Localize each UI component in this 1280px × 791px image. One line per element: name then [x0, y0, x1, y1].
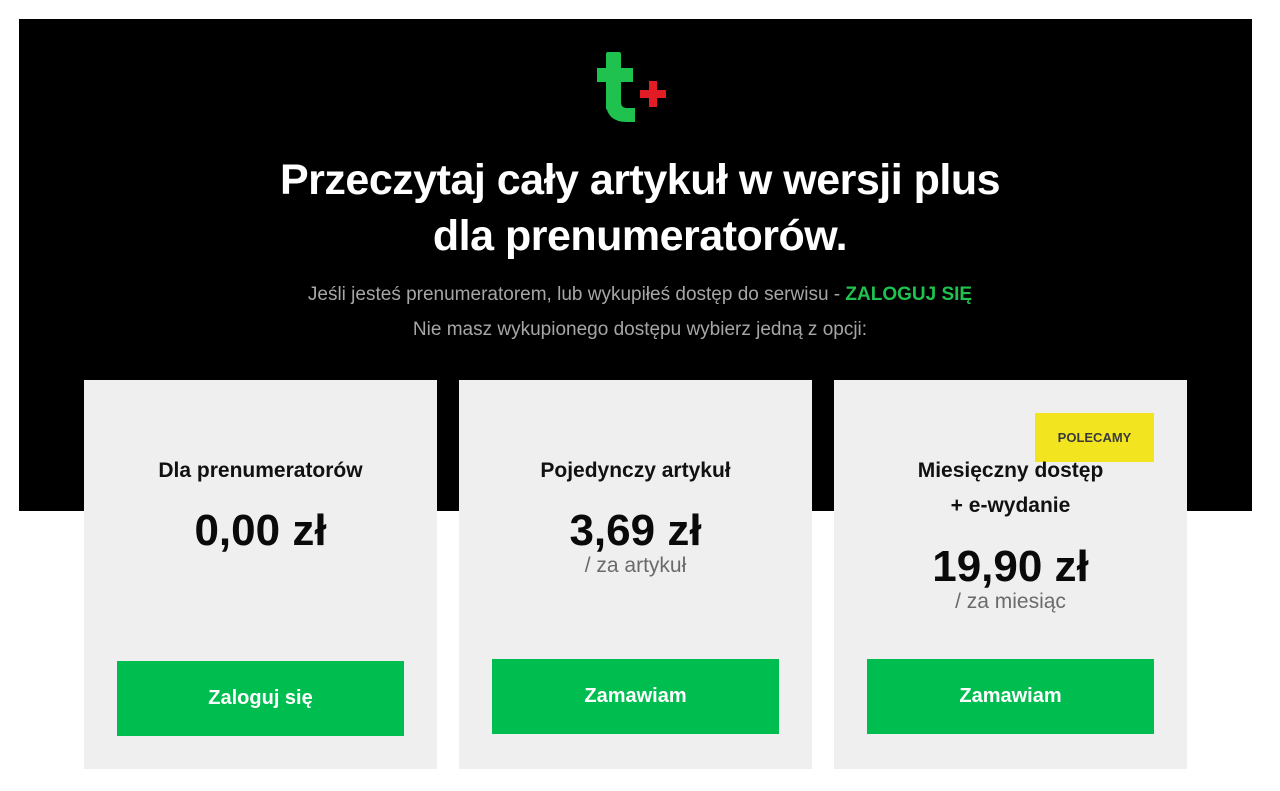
plan-title: Dla prenumeratorów: [158, 459, 363, 482]
choose-option-text: Nie masz wykupionego dostępu wybierz jed…: [412, 319, 868, 340]
plan-period: / za artykuł: [584, 554, 687, 577]
login-button[interactable]: Zaloguj się: [117, 661, 404, 736]
plan-title-line-2: + e-wydanie: [950, 494, 1071, 517]
plan-price: 0,00 zł: [194, 506, 327, 555]
paywall-page: Przeczytaj cały artykuł w wersji plus dl…: [0, 0, 1280, 791]
plan-card-monthly: POLECAMY Miesięczny dostęp + e-wydanie 1…: [834, 380, 1187, 769]
plan-card-subscribers: Dla prenumeratorów 0,00 zł Zaloguj się: [84, 380, 437, 769]
page-title: Przeczytaj cały artykuł w wersji plus dl…: [140, 152, 1140, 264]
login-link[interactable]: ZALOGUJ SIĘ: [845, 284, 972, 305]
plan-title-line-1: Miesięczny dostęp: [917, 459, 1104, 482]
plan-title: Pojedynczy artykuł: [540, 459, 731, 482]
headline-line-2: dla prenumeratorów.: [432, 212, 848, 260]
subscriber-info-text: Jeśli jesteś prenumeratorem, lub wykupił…: [307, 284, 846, 305]
plan-price: 3,69 zł: [569, 506, 702, 555]
order-single-article-button[interactable]: Zamawiam: [492, 659, 779, 734]
plan-period: / za miesiąc: [955, 590, 1066, 613]
plan-card-single-article: Pojedynczy artykuł 3,69 zł / za artykuł …: [459, 380, 812, 769]
headline-line-1: Przeczytaj cały artykuł w wersji plus: [279, 156, 1001, 204]
order-monthly-button[interactable]: Zamawiam: [867, 659, 1154, 734]
plan-price: 19,90 zł: [932, 542, 1089, 591]
subscriber-info: Jeśli jesteś prenumeratorem, lub wykupił…: [140, 283, 1140, 307]
t-plus-logo-icon: [597, 52, 666, 122]
